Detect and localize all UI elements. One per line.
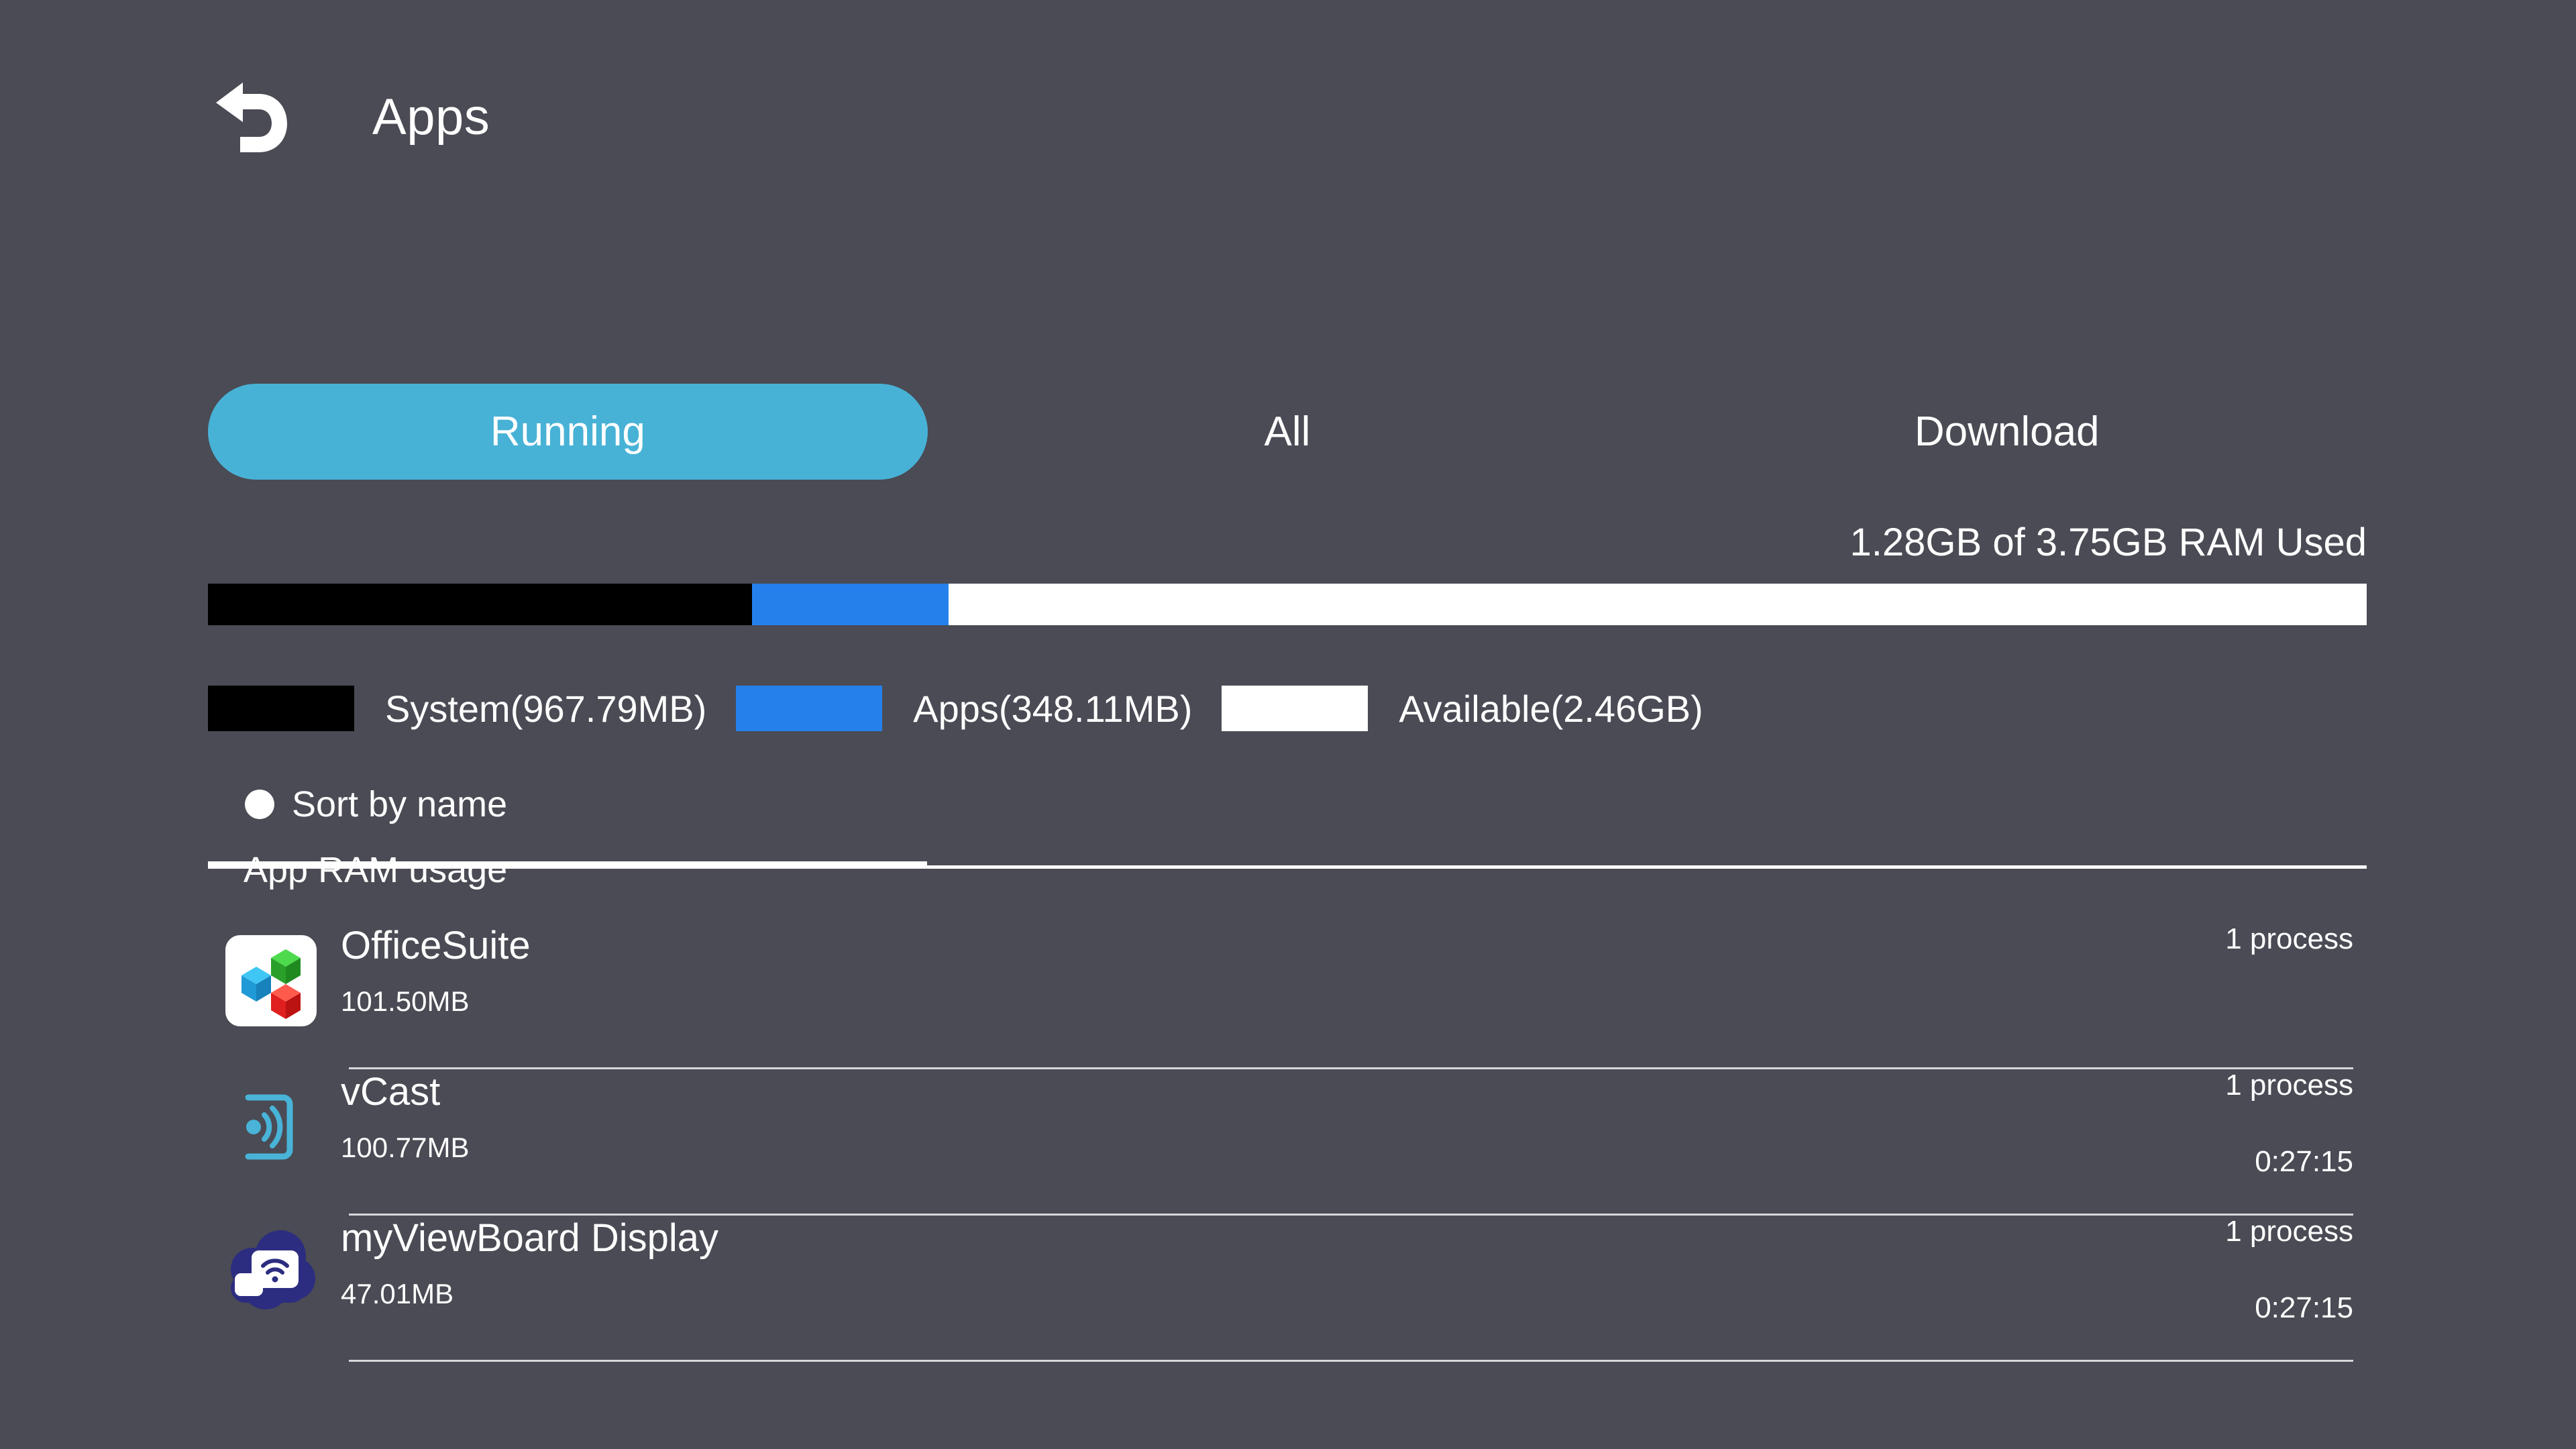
table-row[interactable]: OfficeSuite 101.50MB 1 process: [221, 922, 2353, 1069]
app-process-count: 1 process: [2225, 922, 2353, 955]
app-name: vCast: [341, 1070, 441, 1114]
legend-item-system: System(967.79MB): [208, 686, 736, 731]
ram-usage-bar: [208, 584, 2367, 625]
ram-segment-apps: [751, 584, 949, 625]
app-runtime: 0:27:15: [2255, 1145, 2353, 1179]
app-info: myViewBoard Display 47.01MB: [341, 1216, 1937, 1309]
myviewboard-display-icon: [221, 1224, 321, 1323]
tab-running[interactable]: Running: [208, 384, 928, 480]
tab-download-label: Download: [1914, 409, 2100, 455]
app-stats: 1 process 0:27:15: [1937, 1215, 2353, 1325]
running-apps-list: OfficeSuite 101.50MB 1 process vCast 100…: [221, 922, 2353, 1362]
legend-item-available: Available(2.46GB): [1222, 686, 1732, 731]
app-stats: 1 process: [1937, 922, 2353, 1032]
ram-segment-available: [948, 584, 2367, 625]
table-row[interactable]: myViewBoard Display 47.01MB 1 process 0:…: [221, 1215, 2353, 1362]
sort-by-name-label: Sort by name: [292, 784, 508, 824]
app-ram-usage-header: App RAM usage: [244, 850, 508, 890]
tab-bar: Running All Download: [208, 384, 2367, 869]
app-stats: 1 process 0:27:15: [1937, 1069, 2353, 1179]
ram-summary-text: 1.28GB of 3.75GB RAM Used: [1849, 521, 2367, 564]
app-runtime: [1937, 1000, 2353, 1032]
ram-legend: System(967.79MB) Apps(348.11MB) Availabl…: [208, 686, 1733, 731]
tab-download[interactable]: Download: [1647, 384, 2367, 480]
app-memory: 47.01MB: [341, 1277, 454, 1309]
app-memory: 100.77MB: [341, 1131, 470, 1163]
app-process-count: 1 process: [2225, 1215, 2353, 1248]
radio-selected-icon: [245, 790, 274, 819]
page-title: Apps: [372, 89, 490, 146]
legend-label-system: System(967.79MB): [385, 687, 707, 730]
tab-running-label: Running: [490, 409, 645, 455]
app-runtime: 0:27:15: [2255, 1291, 2353, 1325]
legend-label-available: Available(2.46GB): [1399, 687, 1703, 730]
app-name: myViewBoard Display: [341, 1216, 719, 1260]
legend-swatch-apps: [736, 686, 883, 731]
apps-settings-screen: Apps Running All Download 1.28GB of 3.75…: [0, 0, 2576, 1449]
app-process-count: 1 process: [2225, 1069, 2353, 1102]
ram-segment-system: [208, 584, 752, 625]
legend-label-apps: Apps(348.11MB): [913, 687, 1193, 730]
vcast-icon: [221, 1077, 321, 1177]
tab-all-label: All: [1264, 409, 1311, 455]
legend-item-apps: Apps(348.11MB): [736, 686, 1222, 731]
app-memory: 101.50MB: [341, 985, 470, 1017]
app-info: vCast 100.77MB: [341, 1069, 1937, 1163]
app-name: OfficeSuite: [341, 924, 531, 967]
back-arrow-icon[interactable]: [208, 74, 295, 161]
table-row[interactable]: vCast 100.77MB 1 process 0:27:15: [221, 1069, 2353, 1216]
officesuite-icon: [221, 931, 321, 1030]
legend-swatch-system: [208, 686, 354, 731]
row-divider: [349, 1360, 2353, 1362]
page-header: Apps: [208, 74, 490, 161]
tab-all[interactable]: All: [928, 384, 1648, 480]
sort-by-name-option[interactable]: Sort by name: [245, 784, 507, 825]
app-info: OfficeSuite 101.50MB: [341, 923, 1937, 1017]
legend-swatch-available: [1222, 686, 1368, 731]
